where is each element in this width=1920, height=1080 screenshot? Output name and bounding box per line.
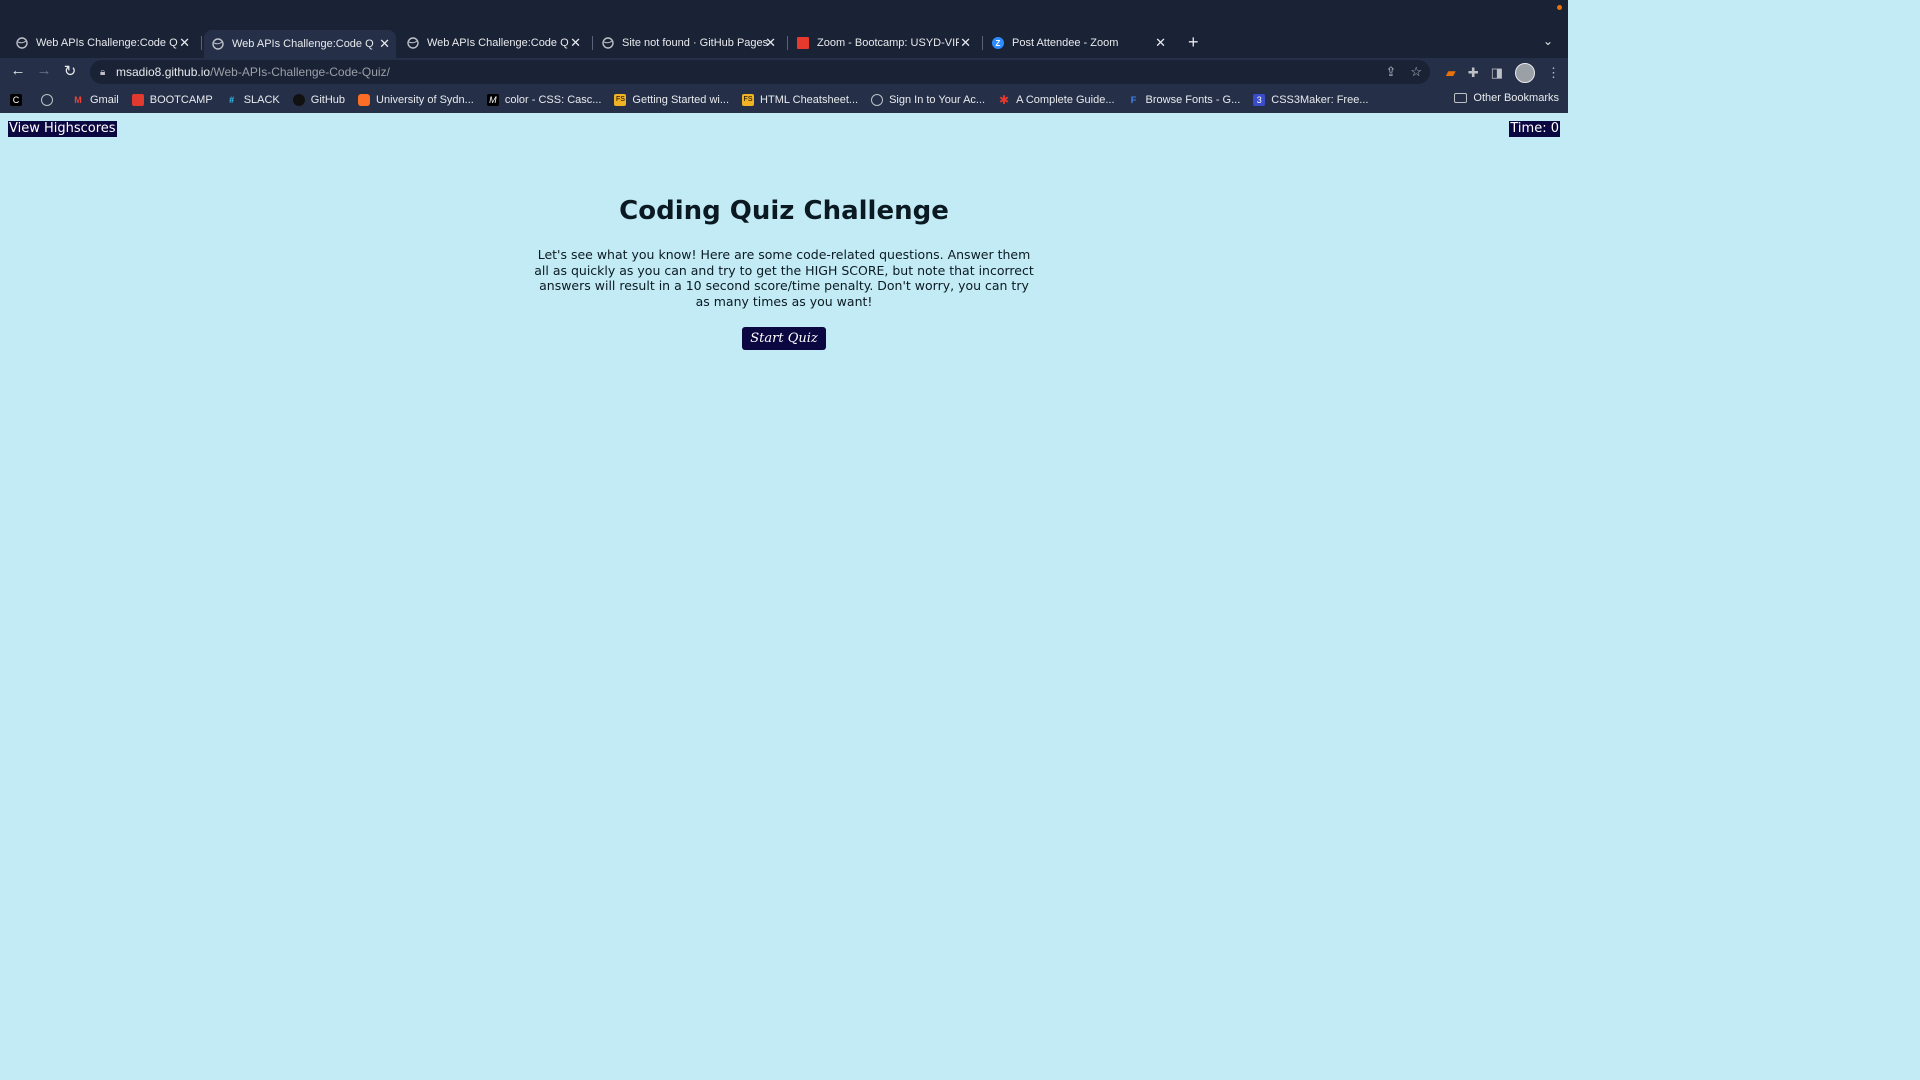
js-icon: FS: [742, 93, 755, 106]
tab-title: Web APIs Challenge:Code Quiz: [427, 37, 569, 49]
bookmark-label: Browse Fonts - G...: [1145, 93, 1241, 106]
slack-icon: #: [229, 94, 235, 105]
bookmark-star-icon[interactable]: ☆: [1410, 64, 1422, 80]
browser-tab[interactable]: Site not found · GitHub Pages ✕: [602, 32, 782, 54]
bookmark-label: color - CSS: Casc...: [504, 93, 602, 106]
url-path: /Web-APIs-Challenge-Code-Quiz/: [210, 65, 390, 79]
globe-icon: [602, 37, 614, 49]
bookmark-label: University of Sydn...: [376, 93, 474, 106]
zoom-icon: [797, 37, 809, 49]
quiz-description: Let's see what you know! Here are some c…: [534, 247, 1034, 309]
bookmark-item[interactable]: FS HTML Cheatsheet...: [742, 93, 859, 106]
reload-icon[interactable]: ↻: [60, 62, 80, 80]
back-arrow-icon[interactable]: ←: [8, 62, 28, 79]
fonts-icon: F: [1130, 94, 1137, 105]
close-tab-icon[interactable]: ✕: [1155, 35, 1166, 51]
bookmark-label: HTML Cheatsheet...: [760, 93, 859, 106]
tab-title: Post Attendee - Zoom: [1012, 37, 1119, 49]
bookmark-label: BOOTCAMP: [149, 93, 213, 106]
bookmark-item[interactable]: 3 CSS3Maker: Free...: [1253, 93, 1369, 106]
extension-icon[interactable]: ▰: [1446, 65, 1456, 81]
tab-divider: [787, 36, 788, 50]
close-tab-icon[interactable]: ✕: [179, 35, 190, 51]
share-icon[interactable]: ⇪: [1385, 64, 1396, 80]
lock-icon: 🔒︎: [100, 66, 106, 78]
tab-divider: [592, 36, 593, 50]
page-title: Coding Quiz Challenge: [619, 196, 949, 226]
quiz-intro-card: Coding Quiz Challenge Let's see what you…: [534, 191, 1034, 350]
bookmark-label: GitHub: [310, 93, 346, 106]
bookmark-label: Gmail: [90, 93, 119, 106]
url-host: msadio8.github.io: [116, 65, 211, 79]
quiz-timer: Time: 0: [1509, 121, 1560, 137]
bookmarks-bar: C M Gmail BOOTCAMP # SLACK GitHub Universi…: [0, 86, 1568, 113]
url-text: msadio8.github.io/Web-APIs-Challenge-Cod…: [116, 65, 390, 79]
browser-tab[interactable]: Zoom - Bootcamp: USYD-VIRT ✕: [797, 32, 977, 54]
bookmark-item[interactable]: [41, 93, 59, 106]
globe-icon: [407, 37, 419, 49]
gmail-icon: M: [74, 94, 82, 105]
globe-icon: [41, 93, 53, 106]
css-icon: 3: [1253, 93, 1266, 106]
globe-icon: [212, 38, 224, 50]
bookmark-label: Sign In to Your Ac...: [889, 93, 986, 106]
bookmark-item[interactable]: Sign In to Your Ac...: [871, 93, 986, 106]
address-bar[interactable]: 🔒︎ msadio8.github.io/Web-APIs-Challenge-…: [90, 60, 1430, 84]
tab-search-chevron-icon[interactable]: ⌄: [1543, 34, 1553, 48]
js-icon: FS: [614, 93, 627, 106]
close-tab-icon[interactable]: ✕: [765, 35, 776, 51]
bookmark-label: Getting Started wi...: [632, 93, 730, 106]
profile-avatar[interactable]: [1515, 63, 1535, 83]
bookmark-item[interactable]: ✱ A Complete Guide...: [998, 92, 1115, 107]
globe-icon: [871, 93, 884, 106]
github-icon: [292, 93, 305, 106]
bookmark-item[interactable]: BOOTCAMP: [131, 93, 213, 106]
bootcamp-icon: [131, 93, 144, 106]
bookmark-label: A Complete Guide...: [1016, 93, 1115, 106]
other-bookmarks-label: Other Bookmarks: [1473, 92, 1559, 104]
tab-divider: [982, 36, 983, 50]
start-quiz-button[interactable]: Start Quiz: [742, 327, 826, 350]
recording-indicator: [1557, 5, 1562, 10]
tab-title: Web APIs Challenge:Code Quiz: [232, 38, 374, 50]
browser-tab[interactable]: Z Post Attendee - Zoom ✕: [992, 32, 1172, 54]
bookmark-item[interactable]: GitHub: [292, 93, 346, 106]
browser-tab[interactable]: Web APIs Challenge:Code Quiz ✕: [407, 32, 587, 54]
gitlab-icon: [358, 93, 371, 106]
bookmark-item[interactable]: C: [10, 93, 28, 106]
browser-toolbar: ← → ↻ 🔒︎ msadio8.github.io/Web-APIs-Chal…: [0, 58, 1568, 86]
star-icon: ✱: [999, 92, 1010, 107]
bookmark-item[interactable]: FS Getting Started wi...: [614, 93, 730, 106]
close-tab-icon[interactable]: ✕: [960, 35, 971, 51]
close-tab-icon[interactable]: ✕: [570, 35, 581, 51]
browser-tab-active[interactable]: Web APIs Challenge:Code Quiz ✕: [204, 30, 396, 58]
browser-tab[interactable]: Web APIs Challenge:Code Quiz ✕: [16, 32, 196, 54]
tab-title: Web APIs Challenge:Code Quiz: [36, 37, 178, 49]
tab-title: Site not found · GitHub Pages: [622, 37, 769, 49]
tab-title: Zoom - Bootcamp: USYD-VIRT: [817, 37, 959, 49]
globe-icon: [16, 37, 28, 49]
bookmark-item[interactable]: Mcolor - CSS: Casc...: [486, 93, 602, 106]
forward-arrow-icon[interactable]: →: [34, 62, 54, 79]
folder-icon: [1454, 93, 1468, 103]
bookmark-item[interactable]: # SLACK: [226, 94, 280, 106]
tab-divider: [201, 36, 202, 50]
page-content: View Highscores Time: 0 Coding Quiz Chal…: [0, 113, 1568, 882]
view-highscores-link[interactable]: View Highscores: [8, 121, 117, 137]
bookmark-label: CSS3Maker: Free...: [1271, 93, 1369, 106]
side-panel-icon[interactable]: ◨: [1491, 65, 1503, 81]
bookmark-item[interactable]: M Gmail: [72, 93, 119, 106]
new-tab-button[interactable]: +: [1188, 32, 1199, 52]
zoom-z-icon: Z: [992, 37, 1004, 49]
bookmark-item[interactable]: F Browse Fonts - G...: [1128, 94, 1241, 106]
other-bookmarks[interactable]: Other Bookmarks: [1454, 92, 1559, 104]
bookmark-item[interactable]: University of Sydn...: [358, 93, 474, 106]
extensions-puzzle-icon[interactable]: ✚: [1468, 65, 1479, 81]
menu-kebab-icon[interactable]: ⋮: [1547, 65, 1560, 81]
mdn-icon: M: [486, 93, 499, 106]
close-tab-icon[interactable]: ✕: [379, 36, 390, 52]
browser-tab-strip: Web APIs Challenge:Code Quiz ✕ Web APIs …: [0, 0, 1568, 58]
bookmark-label: SLACK: [243, 93, 280, 106]
c-icon: C: [10, 93, 22, 106]
